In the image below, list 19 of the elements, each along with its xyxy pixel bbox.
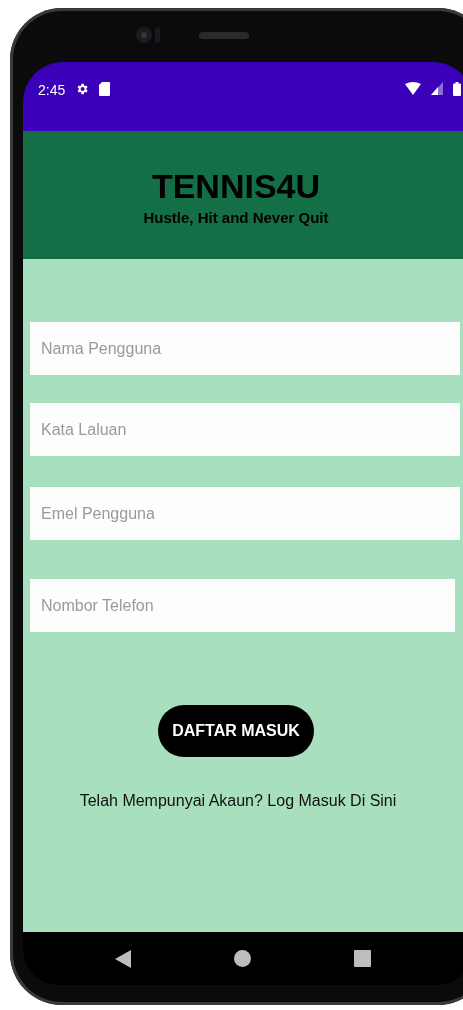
app-subtitle: Hustle, Hit and Never Quit bbox=[143, 209, 329, 226]
speaker-icon bbox=[199, 31, 249, 39]
app-title: TENNIS4U bbox=[151, 167, 321, 205]
battery-icon bbox=[453, 82, 461, 96]
status-time: 2:45 bbox=[38, 82, 66, 98]
input-field[interactable]: Nombor Telefon bbox=[30, 579, 455, 632]
signal-icon bbox=[431, 82, 443, 95]
home-icon[interactable] bbox=[234, 950, 251, 967]
wifi-icon bbox=[405, 82, 421, 95]
sd-card-icon bbox=[99, 82, 111, 96]
camera-icon bbox=[135, 26, 161, 44]
gear-icon bbox=[75, 82, 90, 96]
input-field[interactable]: Nama Pengguna bbox=[30, 322, 460, 375]
recents-icon[interactable] bbox=[354, 950, 372, 967]
input-field[interactable]: Emel Pengguna bbox=[30, 487, 460, 540]
register-button[interactable]: DAFTAR MASUK bbox=[158, 705, 314, 757]
login-link[interactable]: Telah Mempunyai Akaun? Log Masuk Di Sini bbox=[79, 792, 397, 810]
input-field[interactable]: Kata Laluan bbox=[30, 403, 460, 456]
back-icon[interactable] bbox=[114, 949, 131, 968]
